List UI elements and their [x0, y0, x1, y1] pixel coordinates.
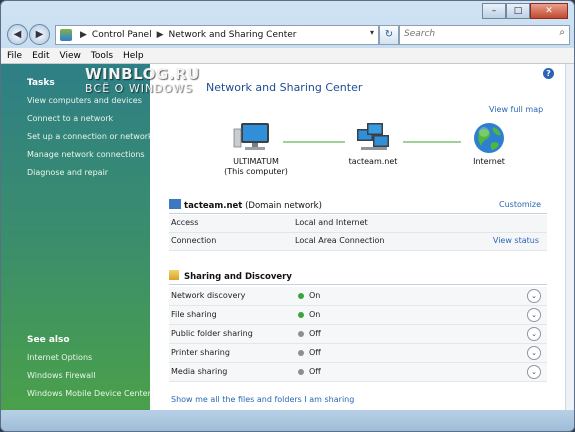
connection-line: [283, 141, 345, 143]
network-label: tacteam.net: [348, 157, 398, 166]
media-sharing-row[interactable]: Media sharing Off ⌄: [169, 363, 547, 382]
status-dot-icon: [298, 350, 304, 356]
view-full-map-link[interactable]: View full map: [489, 105, 543, 114]
network-header: tacteam.net (Domain network): [169, 199, 322, 211]
row-value: On: [309, 310, 321, 319]
address-row: ◀ ▶ ▶ Control Panel ▶ Network and Sharin…: [5, 23, 570, 47]
task-diagnose-repair[interactable]: Diagnose and repair: [27, 168, 108, 177]
chevron-down-icon[interactable]: ⌄: [527, 346, 541, 360]
network-small-icon: [169, 199, 181, 209]
page-title: Network and Sharing Center: [206, 81, 363, 94]
computer-name: ULTIMATUM: [233, 157, 279, 166]
window-controls: – □ ✕: [482, 3, 568, 19]
network-discovery-row[interactable]: Network discovery On ⌄: [169, 287, 547, 306]
computer-sub: (This computer): [224, 167, 288, 176]
menu-file[interactable]: File: [7, 51, 22, 61]
sharing-icon: [169, 270, 179, 280]
sharing-header: Sharing and Discovery: [169, 270, 292, 282]
row-key: Printer sharing: [171, 348, 230, 357]
watermark-line-2: ВСЁ О WINDOWS: [85, 82, 194, 95]
network-icon[interactable]: [355, 121, 391, 155]
file-sharing-row[interactable]: File sharing On ⌄: [169, 306, 547, 325]
connection-line: [403, 141, 461, 143]
task-pane: Tasks View computers and devices Connect…: [1, 64, 153, 410]
row-key: Media sharing: [171, 367, 228, 376]
breadcrumb-network-sharing[interactable]: Network and Sharing Center: [169, 30, 297, 40]
computer-icon[interactable]: [233, 119, 273, 155]
chevron-down-icon[interactable]: ⌄: [527, 365, 541, 379]
watermark: WINBLOG.RU ВСЁ О WINDOWS: [85, 65, 200, 95]
watermark-line-1: WINBLOG.RU: [85, 65, 200, 83]
network-name: tacteam.net: [184, 201, 243, 211]
chevron-down-icon[interactable]: ⌄: [527, 327, 541, 341]
refresh-button[interactable]: ↻: [379, 25, 399, 45]
breadcrumb-separator[interactable]: ▶: [157, 30, 164, 40]
title-bar: – □ ✕: [1, 1, 574, 21]
status-dot-icon: [298, 331, 304, 337]
see-also-windows-firewall[interactable]: Windows Firewall: [27, 371, 95, 380]
status-dot-icon: [298, 293, 304, 299]
breadcrumb-separator[interactable]: ▶: [80, 30, 87, 40]
status-dot-icon: [298, 369, 304, 375]
row-key: Public folder sharing: [171, 329, 253, 338]
divider: [169, 284, 547, 285]
address-bar[interactable]: ▶ Control Panel ▶ Network and Sharing Ce…: [55, 25, 379, 45]
row-value: Off: [309, 329, 321, 338]
chevron-down-icon[interactable]: ⌄: [527, 308, 541, 322]
tasks-header: Tasks: [27, 78, 55, 88]
maximize-button[interactable]: □: [506, 3, 530, 19]
menu-help[interactable]: Help: [123, 51, 144, 61]
task-setup-connection[interactable]: Set up a connection or network: [27, 132, 153, 141]
row-value: Local and Internet: [295, 218, 368, 227]
task-connect-network[interactable]: Connect to a network: [27, 114, 113, 123]
view-status-link[interactable]: View status: [493, 236, 539, 245]
search-input[interactable]: [400, 26, 544, 42]
status-dot-icon: [298, 312, 304, 318]
row-key: Access: [171, 218, 199, 227]
menu-bar: File Edit View Tools Help: [1, 48, 574, 64]
task-view-computers[interactable]: View computers and devices: [27, 96, 142, 105]
show-shared-files-link[interactable]: Show me all the files and folders I am s…: [171, 395, 354, 404]
vertical-scrollbar[interactable]: [565, 64, 574, 410]
customize-link[interactable]: Customize: [499, 200, 541, 209]
public-folder-sharing-row[interactable]: Public folder sharing Off ⌄: [169, 325, 547, 344]
menu-edit[interactable]: Edit: [32, 51, 49, 61]
search-icon[interactable]: ⌕: [559, 27, 565, 38]
access-row: Access Local and Internet: [169, 215, 547, 233]
help-icon[interactable]: ?: [543, 68, 554, 79]
row-key: File sharing: [171, 310, 217, 319]
menu-view[interactable]: View: [60, 51, 81, 61]
chevron-down-icon[interactable]: ▾: [370, 28, 374, 37]
see-also-header: See also: [27, 335, 70, 345]
menu-tools[interactable]: Tools: [91, 51, 113, 61]
close-button[interactable]: ✕: [530, 3, 568, 19]
row-key: Connection: [171, 236, 217, 245]
row-value: Local Area Connection: [295, 236, 385, 245]
connection-row: Connection Local Area Connection View st…: [169, 233, 547, 251]
status-bar: [1, 410, 574, 431]
see-also-mobile-device-center[interactable]: Windows Mobile Device Center: [27, 389, 151, 398]
minimize-button[interactable]: –: [482, 3, 506, 19]
globe-icon[interactable]: [471, 121, 507, 155]
row-value: Off: [309, 348, 321, 357]
control-panel-icon: [60, 29, 72, 41]
search-box[interactable]: ⌕: [399, 25, 570, 45]
internet-label: Internet: [473, 157, 505, 166]
forward-button[interactable]: ▶: [29, 24, 50, 45]
task-manage-connections[interactable]: Manage network connections: [27, 150, 145, 159]
explorer-window: – □ ✕ ◀ ▶ ▶ Control Panel ▶ Network and …: [0, 0, 575, 432]
sharing-title: Sharing and Discovery: [184, 272, 292, 282]
back-button[interactable]: ◀: [7, 24, 28, 45]
computer-label: ULTIMATUM (This computer): [223, 157, 289, 177]
row-value: Off: [309, 367, 321, 376]
divider: [169, 213, 547, 214]
chevron-down-icon[interactable]: ⌄: [527, 289, 541, 303]
see-also-internet-options[interactable]: Internet Options: [27, 353, 92, 362]
row-value: On: [309, 291, 321, 300]
printer-sharing-row[interactable]: Printer sharing Off ⌄: [169, 344, 547, 363]
row-key: Network discovery: [171, 291, 246, 300]
breadcrumb-control-panel[interactable]: Control Panel: [92, 30, 152, 40]
network-type: (Domain network): [245, 201, 322, 211]
